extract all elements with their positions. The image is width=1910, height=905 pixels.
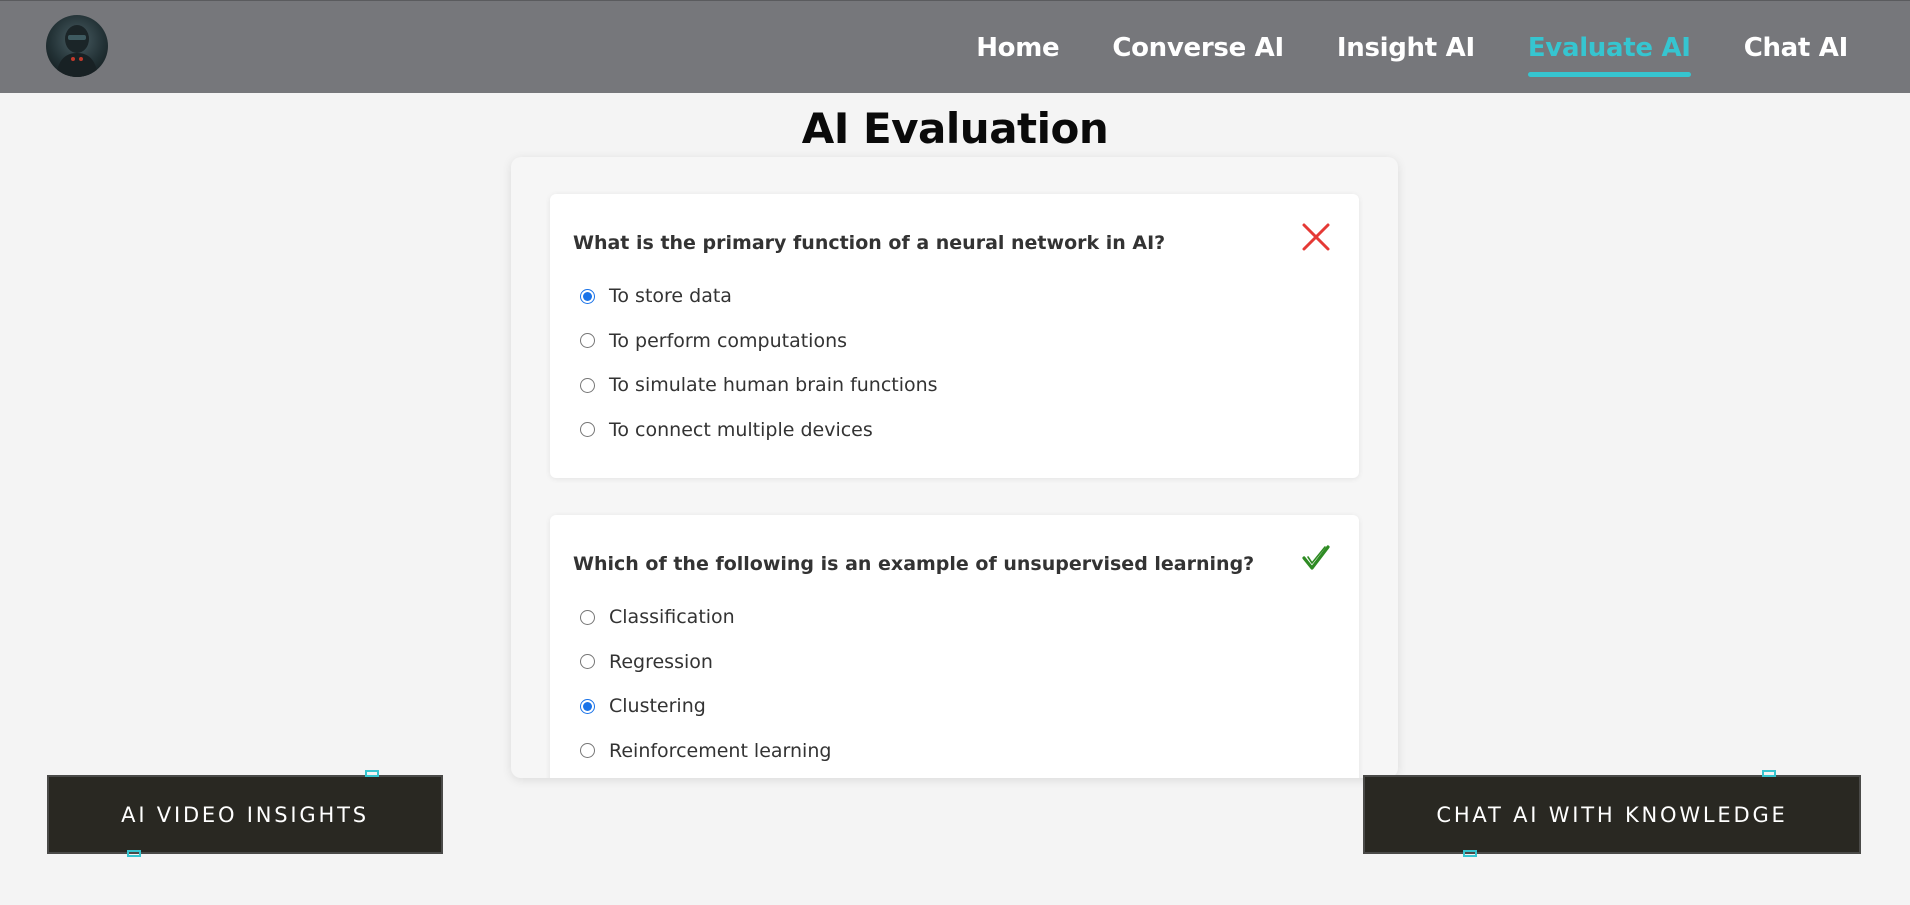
answer-option[interactable]: Regression — [573, 640, 1336, 685]
answer-option[interactable]: Classification — [573, 595, 1336, 640]
radio-button[interactable] — [580, 422, 595, 438]
cross-icon — [1302, 223, 1330, 251]
answer-option[interactable]: Clustering — [573, 684, 1336, 729]
checkmark-icon — [1302, 545, 1330, 570]
nav-link-home[interactable]: Home — [976, 33, 1059, 63]
option-label: To perform computations — [609, 329, 848, 352]
answer-options: To store data To perform computations To… — [573, 274, 1336, 452]
decorative-corner-mark — [1463, 850, 1477, 857]
option-label: To connect multiple devices — [609, 418, 873, 441]
answer-option[interactable]: To store data — [573, 274, 1336, 319]
option-label: Regression — [609, 650, 713, 673]
question-card: What is the primary function of a neural… — [550, 194, 1359, 478]
radio-button[interactable] — [580, 743, 595, 759]
option-label: Clustering — [609, 695, 706, 718]
nav-link-evaluate-ai[interactable]: Evaluate AI — [1527, 33, 1691, 77]
quiz-card[interactable]: What is the primary function of a neural… — [511, 157, 1398, 778]
nav-link-converse-ai[interactable]: Converse AI — [1112, 33, 1284, 63]
main-nav: Home Converse AI Insight AI Evaluate AI … — [976, 1, 1848, 94]
answer-option[interactable]: To perform computations — [573, 319, 1336, 364]
question-text: What is the primary function of a neural… — [573, 232, 1166, 254]
top-navbar: Home Converse AI Insight AI Evaluate AI … — [0, 0, 1910, 93]
radio-button[interactable] — [580, 609, 595, 625]
radio-button-selected[interactable] — [580, 698, 595, 714]
radio-button[interactable] — [580, 333, 595, 349]
page-title: AI Evaluation — [801, 104, 1109, 153]
robot-avatar-icon[interactable] — [46, 15, 108, 77]
option-label: Reinforcement learning — [609, 739, 832, 762]
decorative-corner-mark — [127, 850, 141, 857]
radio-button[interactable] — [580, 654, 595, 670]
option-label: Classification — [609, 606, 735, 629]
option-label: To simulate human brain functions — [609, 374, 938, 397]
option-label: To store data — [609, 285, 732, 308]
chat-ai-with-knowledge-button[interactable]: CHAT AI WITH KNOWLEDGE — [1363, 775, 1861, 854]
nav-link-insight-ai[interactable]: Insight AI — [1337, 33, 1475, 63]
question-text: Which of the following is an example of … — [573, 553, 1255, 575]
question-card: Which of the following is an example of … — [550, 515, 1359, 778]
decorative-corner-mark — [365, 770, 379, 777]
radio-button[interactable] — [580, 377, 595, 393]
decorative-corner-mark — [1762, 770, 1776, 777]
answer-option[interactable]: To simulate human brain functions — [573, 363, 1336, 408]
answer-option[interactable]: Reinforcement learning — [573, 729, 1336, 774]
radio-button-selected[interactable] — [580, 288, 595, 304]
ai-video-insights-button[interactable]: AI VIDEO INSIGHTS — [47, 775, 443, 854]
nav-link-chat-ai[interactable]: Chat AI — [1744, 33, 1849, 63]
answer-option[interactable]: To connect multiple devices — [573, 408, 1336, 453]
answer-options: Classification Regression Clustering Rei… — [573, 595, 1336, 773]
